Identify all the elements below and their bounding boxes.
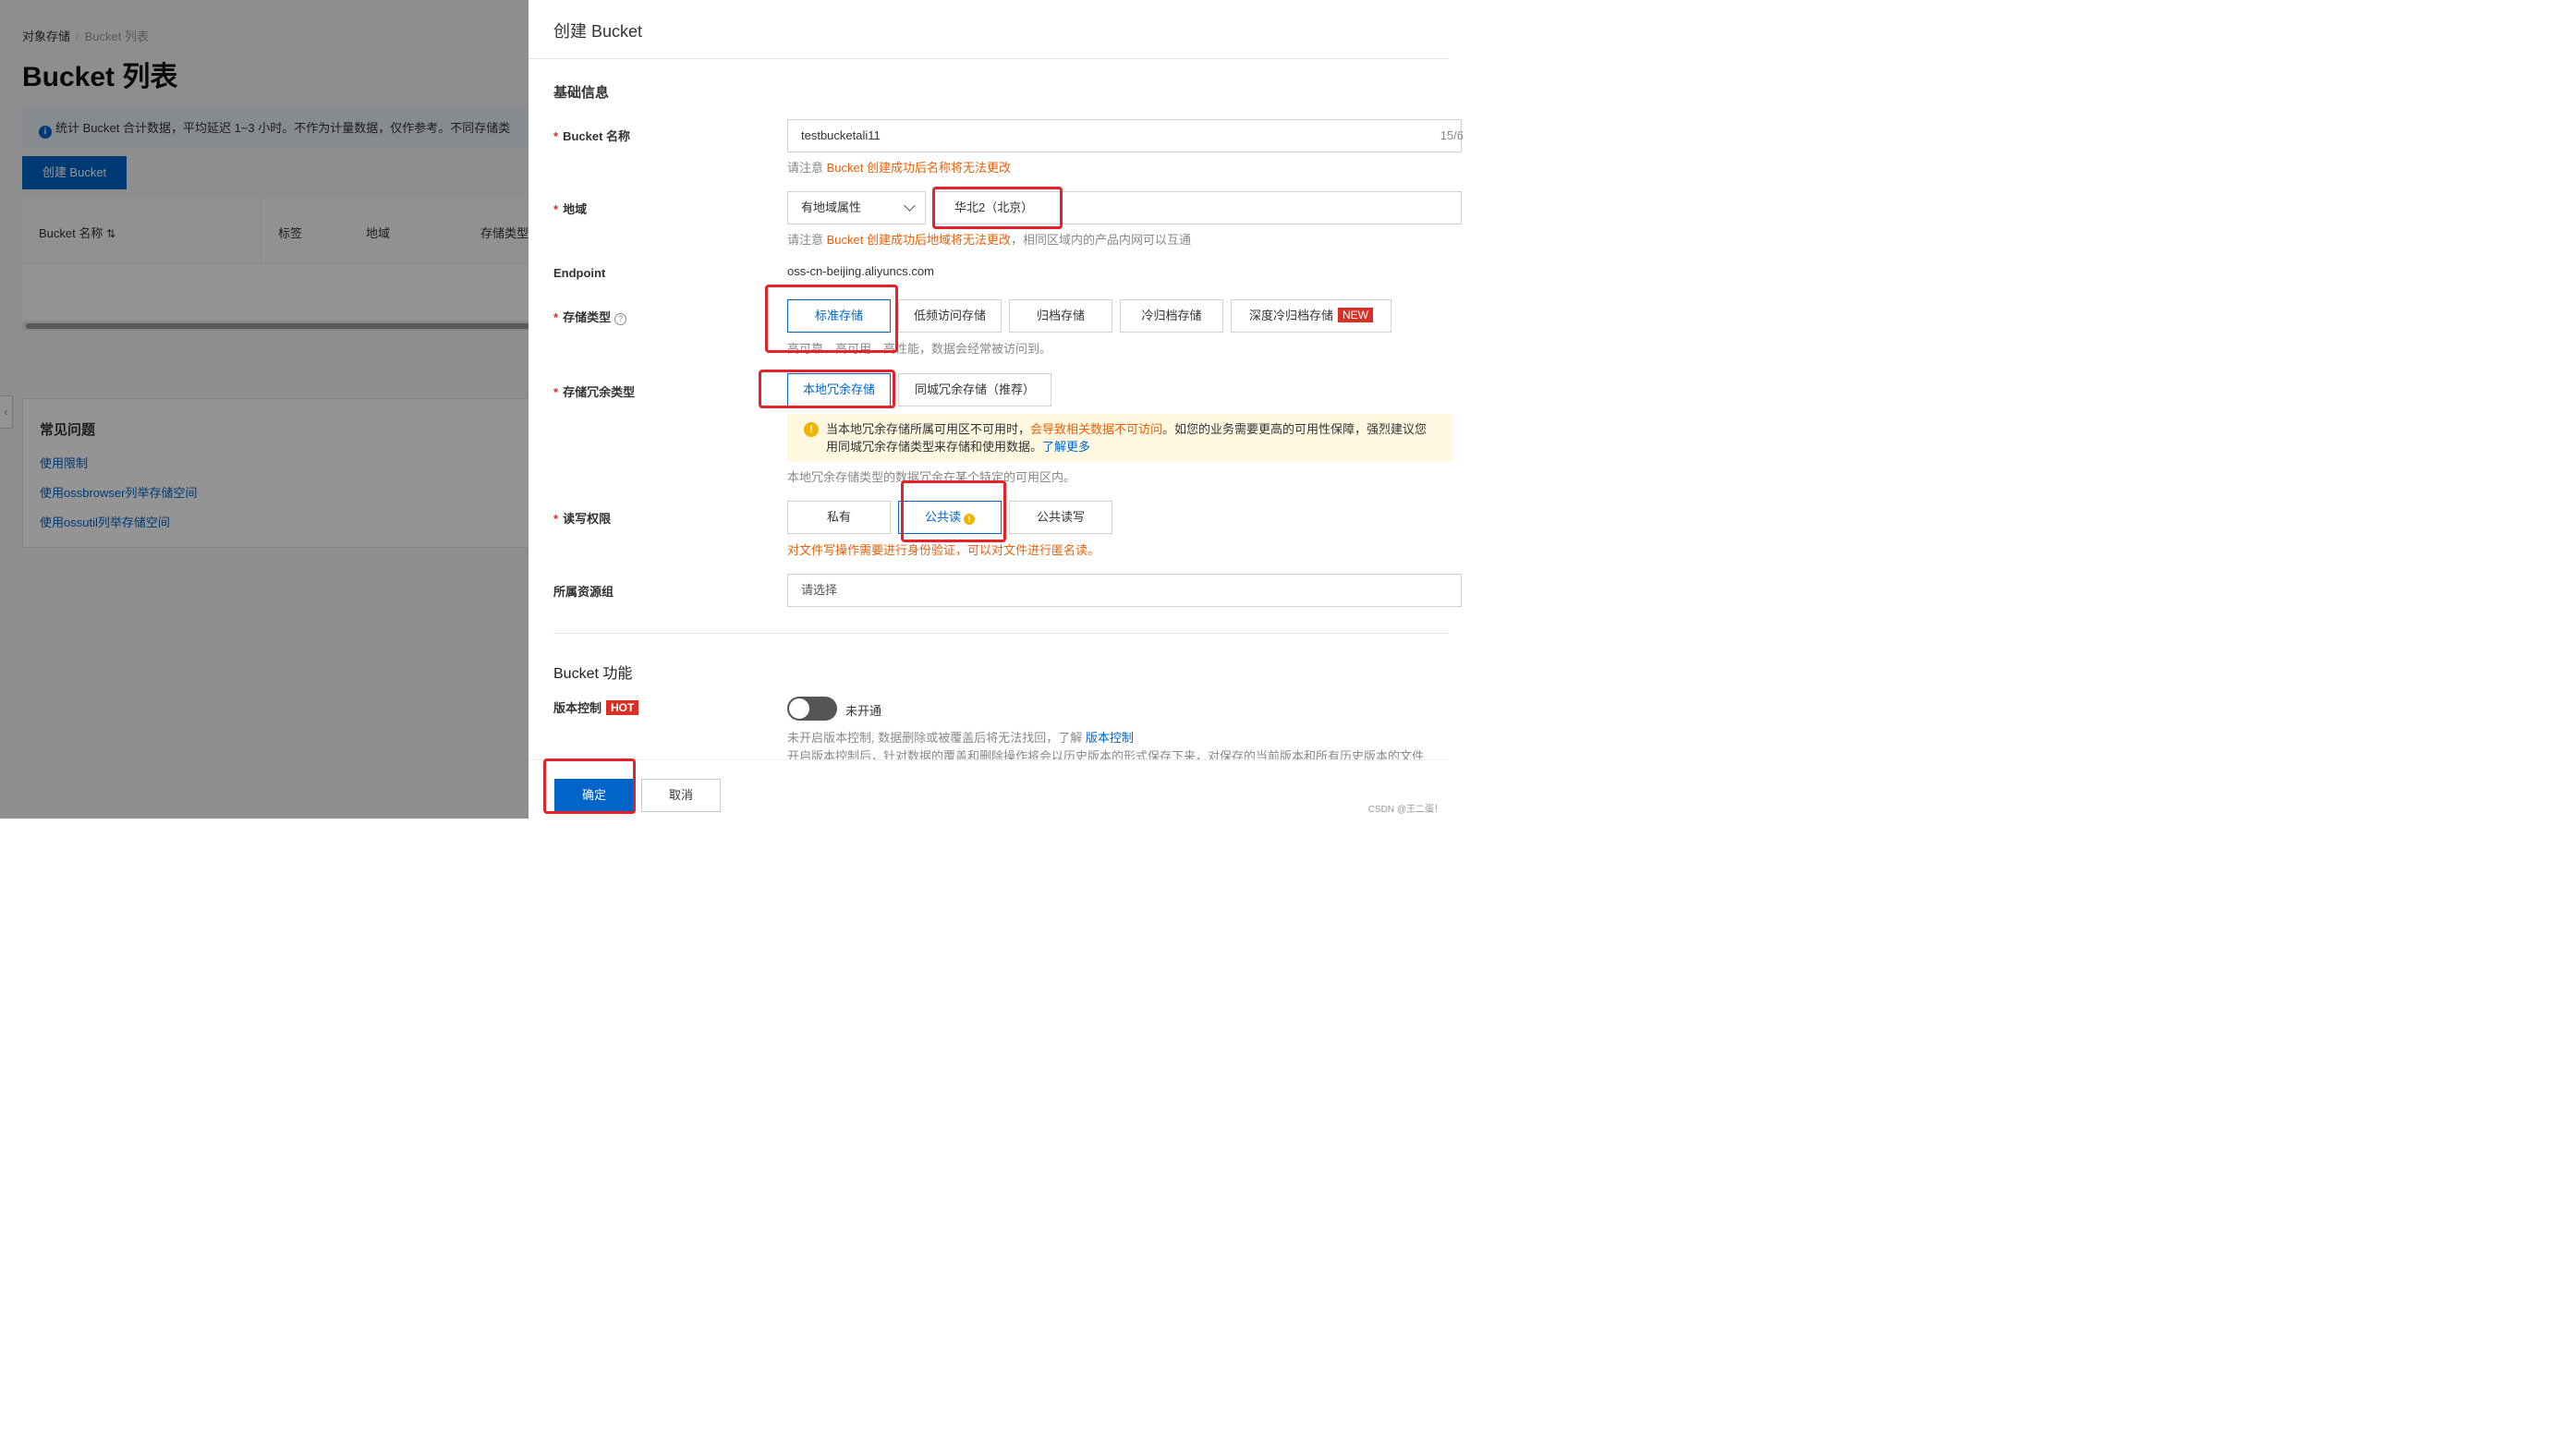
storage-option-standard[interactable]: 标准存储 [787,299,891,333]
hint-prefix: 请注意 [787,161,827,175]
storage-option-archive[interactable]: 归档存储 [1009,299,1112,333]
new-badge: NEW [1338,308,1373,322]
hint-text: 未开启版本控制, 数据删除或被覆盖后将无法找回，了解 [787,731,1086,745]
warning-emphasis: 会导致相关数据不可访问 [1030,422,1163,436]
char-counter: 15/6 [1440,128,1464,142]
public-read-label: 公共读 [924,510,961,524]
region-hint: 请注意 Bucket 创建成功后地域将无法更改，相同区域内的产品内网可以互通 [787,230,1191,248]
modal-overlay[interactable] [0,0,529,819]
required-mark: * [553,202,559,216]
redundancy-option-lrs[interactable]: 本地冗余存储 [787,373,891,406]
versioning-label: 版本控制 HOT [553,698,639,716]
redundancy-label-text: 存储冗余类型 [563,385,636,399]
region-value: 华北2（北京） [954,200,1034,214]
region-type-select[interactable]: 有地域属性 [787,191,926,224]
region-select[interactable]: 华北2（北京） [933,191,1462,224]
create-bucket-drawer: 创建 Bucket 基础信息 * Bucket 名称 testbucketali1… [529,0,1464,819]
redundancy-option-zrs[interactable]: 同城冗余存储（推荐） [898,373,1051,406]
versioning-hint-1: 未开启版本控制, 数据删除或被覆盖后将无法找回，了解 版本控制 [787,728,1134,746]
required-mark: * [553,385,559,399]
bucket-name-hint: 请注意 Bucket 创建成功后名称将无法更改 [787,158,1011,176]
cancel-button[interactable]: 取消 [641,779,721,812]
confirm-button[interactable]: 确定 [554,779,634,812]
hint-warning: Bucket 创建成功后名称将无法更改 [826,161,1011,175]
bucket-name-label-text: Bucket 名称 [563,129,631,143]
storage-option-deep-cold-archive[interactable]: 深度冷归档存储 NEW [1231,299,1391,333]
warning-text: 。如您的业务需要更高的可用性保障，强烈建议您 [1162,422,1428,436]
warning-line-2: 用同城冗余存储类型来存储和使用数据。了解更多 [826,438,1452,455]
hint-prefix: 请注意 [787,233,827,247]
drawer-title: 创建 Bucket [553,22,643,41]
warning-line-1: 当本地冗余存储所属可用区不可用时，会导致相关数据不可访问。如您的业务需要更高的可… [826,420,1452,438]
drawer-footer: 确定 取消 CSDN @王二蛋！ [529,759,1449,819]
redundancy-warning: ! 当本地冗余存储所属可用区不可用时，会导致相关数据不可访问。如您的业务需要更高… [787,414,1452,462]
resource-group-select[interactable]: 请选择 [787,574,1462,607]
learn-more-link[interactable]: 了解更多 [1042,440,1090,454]
region-type-value: 有地域属性 [801,200,862,214]
acl-label: * 读写权限 [553,509,611,527]
warning-text: 当本地冗余存储所属可用区不可用时， [826,422,1031,436]
region-label-text: 地域 [563,202,588,216]
versioning-toggle[interactable] [787,697,837,721]
toggle-knob [789,698,809,719]
warning-icon: ! [804,422,819,437]
versioning-link[interactable]: 版本控制 [1086,731,1134,745]
hot-badge: HOT [606,700,639,715]
versioning-status: 未开通 [845,704,882,718]
required-mark: * [553,512,559,526]
warning-text: 用同城冗余存储类型来存储和使用数据。 [826,440,1043,454]
acl-option-private[interactable]: 私有 [787,501,891,534]
chevron-down-icon [904,200,916,212]
header-divider [529,58,1449,59]
endpoint-label: Endpoint [553,266,606,280]
required-mark: * [553,310,559,324]
hint-suffix: ，相同区域内的产品内网可以互通 [1010,233,1191,247]
bucket-list-page: 对象存储 / Bucket 列表 Bucket 列表 i 统计 Bucket 合计数据… [0,0,529,819]
bucket-name-value: testbucketali11 [801,128,881,142]
endpoint-value: oss-cn-beijing.aliyuncs.com [787,264,934,278]
storage-option-ia[interactable]: 低频访问存储 [898,299,1002,333]
versioning-label-text: 版本控制 [553,701,602,715]
warning-icon: ! [964,514,975,525]
storage-class-label: * 存储类型? [553,308,627,325]
storage-class-label-text: 存储类型 [563,310,612,324]
section-bucket-features: Bucket 功能 [553,666,633,682]
help-icon[interactable]: ? [614,313,627,325]
section-basic-info: 基础信息 [553,85,610,101]
storage-option-cold-archive[interactable]: 冷归档存储 [1120,299,1223,333]
resource-group-label: 所属资源组 [553,585,614,599]
acl-hint: 对文件写操作需要进行身份验证，可以对文件进行匿名读。 [787,543,1100,557]
redundancy-hint: 本地冗余存储类型的数据冗余在某个特定的可用区内。 [787,470,1076,484]
hint-warning: Bucket 创建成功后地域将无法更改 [826,233,1011,247]
storage-class-hint: 高可靠、高可用、高性能，数据会经常被访问到。 [787,342,1052,356]
watermark: CSDN @王二蛋！ [1367,805,1443,815]
redundancy-label: * 存储冗余类型 [553,382,635,400]
acl-label-text: 读写权限 [563,512,612,526]
deep-cold-archive-label: 深度冷归档存储 [1248,309,1333,322]
region-label: * 地域 [553,200,587,217]
section-divider [553,633,1449,634]
bucket-name-input[interactable]: testbucketali11 15/6 [787,119,1464,152]
required-mark: * [553,129,559,143]
acl-option-public-read[interactable]: 公共读! [898,501,1002,534]
bucket-name-label: * Bucket 名称 [553,127,630,144]
acl-option-public-read-write[interactable]: 公共读写 [1009,501,1112,534]
